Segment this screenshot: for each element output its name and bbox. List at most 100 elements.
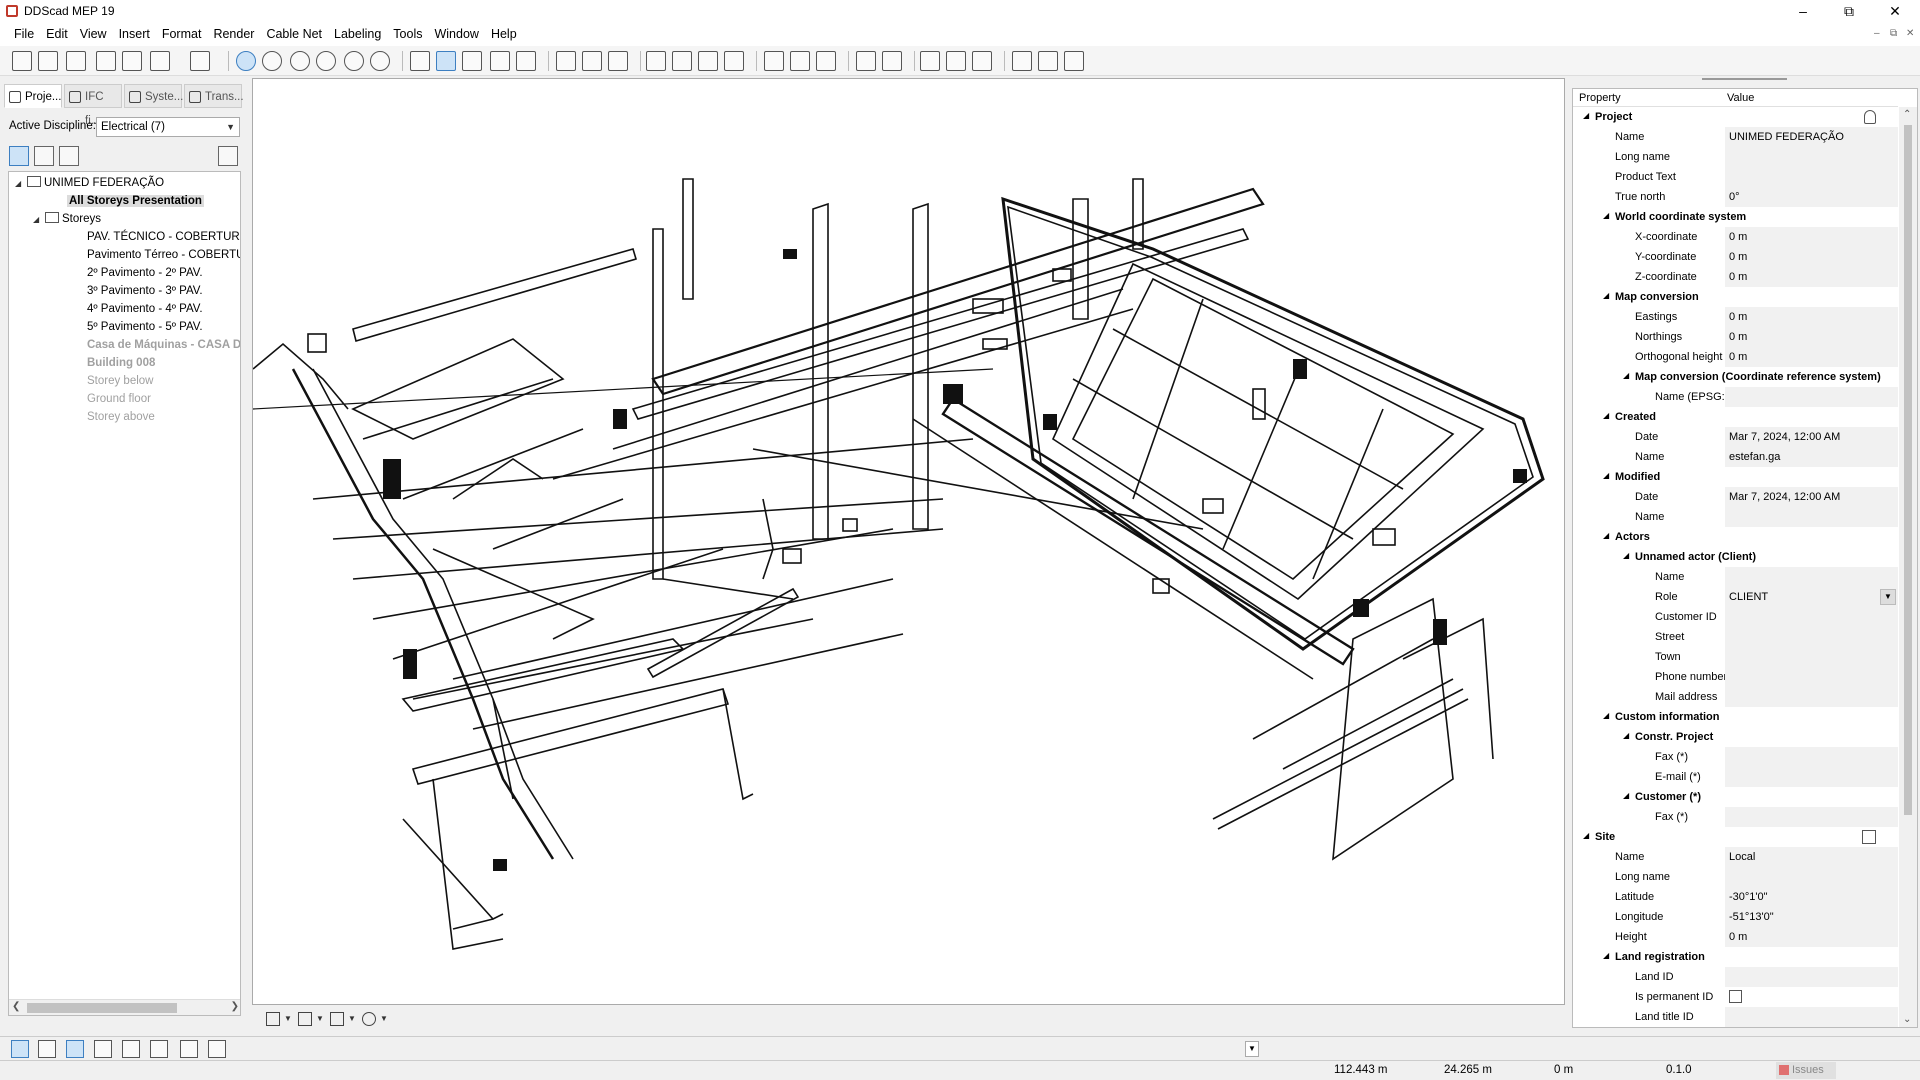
tree-relative-storey-item[interactable]: Ground floor — [87, 391, 151, 407]
property-value[interactable] — [1725, 867, 1898, 887]
property-category[interactable]: ◢ Customer (*) — [1573, 787, 1898, 807]
collapse-triangle-icon[interactable]: ◢ — [1623, 791, 1629, 800]
menu-edit[interactable]: Edit — [40, 22, 74, 46]
menu-cable-net[interactable]: Cable Net — [260, 22, 328, 46]
view-mode-icon[interactable] — [266, 1012, 280, 1026]
property-category[interactable]: ◢ Unnamed actor (Client) — [1573, 547, 1898, 567]
properties-vertical-scrollbar[interactable]: ⌃ ⌄ — [1899, 107, 1917, 1027]
property-value[interactable] — [1725, 667, 1898, 687]
collapse-triangle-icon[interactable]: ◢ — [1583, 111, 1589, 120]
menu-labeling[interactable]: Labeling — [328, 22, 387, 46]
angle-snap-icon[interactable] — [180, 1040, 198, 1058]
collapse-triangle-icon[interactable]: ◢ — [1623, 551, 1629, 560]
collapse-triangle-icon[interactable]: ◢ — [1623, 731, 1629, 740]
export-icon[interactable] — [856, 51, 876, 71]
section-icon[interactable] — [462, 51, 482, 71]
measure-icon[interactable] — [672, 51, 692, 71]
floor-view-button[interactable] — [34, 146, 54, 166]
pan-icon[interactable] — [290, 51, 310, 71]
collapse-triangle-icon[interactable]: ◢ — [1603, 471, 1609, 480]
menu-insert[interactable]: Insert — [113, 22, 156, 46]
property-category[interactable]: ◢ Map conversion (Coordinate reference sy… — [1573, 367, 1898, 387]
bounding-box-icon[interactable] — [724, 51, 744, 71]
visibility-icon[interactable] — [362, 1012, 376, 1026]
rotate-icon[interactable] — [316, 51, 336, 71]
orthogonal-snap-icon[interactable] — [150, 1040, 168, 1058]
tab-ifc-files[interactable]: IFC fi... — [64, 84, 122, 127]
scroll-up-icon[interactable]: ⌃ — [1903, 109, 1911, 120]
issues-button[interactable]: Issues — [1776, 1062, 1836, 1079]
building-icon[interactable] — [946, 51, 966, 71]
tab-project[interactable]: Proje... — [4, 84, 62, 108]
redo-icon[interactable] — [190, 51, 210, 71]
building-view-button[interactable] — [9, 146, 29, 166]
tracking-snap-icon[interactable] — [208, 1040, 226, 1058]
menu-file[interactable]: File — [8, 22, 40, 46]
tree-relative-storey-item[interactable]: Storey below — [87, 373, 153, 389]
scroll-thumb[interactable] — [27, 1003, 177, 1013]
table-icon[interactable] — [608, 51, 628, 71]
property-value[interactable]: 0 m — [1725, 227, 1898, 247]
property-value[interactable]: 0 m — [1725, 347, 1898, 367]
property-category[interactable]: ◢ Custom information — [1573, 707, 1898, 727]
property-category[interactable]: ◢ Project — [1573, 107, 1898, 127]
layer-icon[interactable] — [298, 1012, 312, 1026]
label-icon[interactable] — [1012, 51, 1032, 71]
tree-horizontal-scrollbar[interactable]: ❮ ❯ — [9, 999, 240, 1015]
property-value[interactable] — [1725, 767, 1898, 787]
property-value[interactable] — [1725, 967, 1898, 987]
clip-icon[interactable] — [490, 51, 510, 71]
intersection-snap-icon[interactable] — [122, 1040, 140, 1058]
property-value[interactable] — [1725, 147, 1898, 167]
panel-grip[interactable] — [1702, 78, 1787, 80]
chevron-down-icon[interactable]: ▼ — [380, 1014, 388, 1023]
print-preview-icon[interactable] — [122, 51, 142, 71]
collapse-triangle-icon[interactable]: ◢ — [1603, 291, 1609, 300]
property-value[interactable] — [1725, 167, 1898, 187]
active-discipline-select[interactable]: Electrical (7) ▼ — [96, 117, 240, 137]
tree-storey-item[interactable]: 2º Pavimento - 2º PAV. — [87, 265, 203, 281]
menu-format[interactable]: Format — [156, 22, 208, 46]
property-category[interactable]: ◢ World coordinate system — [1573, 207, 1898, 227]
menu-help[interactable]: Help — [485, 22, 523, 46]
grid-icon[interactable] — [556, 51, 576, 71]
zoom-icon[interactable] — [344, 51, 364, 71]
lock-icon[interactable] — [1864, 110, 1876, 124]
tree-storey-item[interactable]: PAV. TÉCNICO - COBERTURA C — [87, 229, 240, 245]
collapse-all-button[interactable] — [218, 146, 238, 166]
walk-icon[interactable] — [516, 51, 536, 71]
filter-icon[interactable] — [330, 1012, 344, 1026]
chevron-down-icon[interactable]: ▼ — [316, 1014, 324, 1023]
property-category[interactable]: ◢ Map conversion — [1573, 287, 1898, 307]
dimension-icon[interactable] — [646, 51, 666, 71]
property-value[interactable]: UNIMED FEDERAÇÃO — [1725, 127, 1898, 147]
grid-snap-icon[interactable] — [38, 1040, 56, 1058]
tree-inactive-item[interactable]: Casa de Máquinas - CASA D — [87, 337, 240, 353]
property-value[interactable]: 0 m — [1725, 327, 1898, 347]
collapse-triangle-icon[interactable]: ◢ — [1603, 531, 1609, 540]
property-value[interactable] — [1725, 687, 1898, 707]
property-category[interactable]: ◢ Actors — [1573, 527, 1898, 547]
save-icon[interactable] — [38, 51, 58, 71]
property-value[interactable] — [1725, 627, 1898, 647]
tree-inactive-item[interactable]: Building 008 — [87, 355, 155, 371]
chevron-down-icon[interactable]: ▼ — [284, 1014, 292, 1023]
tree-relative-storey-item[interactable]: Storey above — [87, 409, 155, 425]
close-button[interactable]: ✕ — [1872, 0, 1918, 22]
menu-view[interactable]: View — [74, 22, 113, 46]
property-value[interactable]: -30°1'0" — [1725, 887, 1898, 907]
undo-icon[interactable] — [150, 51, 170, 71]
property-value[interactable] — [1725, 607, 1898, 627]
property-value[interactable] — [1725, 807, 1898, 827]
snap-point-icon[interactable] — [698, 51, 718, 71]
frame-icon[interactable] — [920, 51, 940, 71]
is-permanent-id-checkbox[interactable] — [1729, 990, 1742, 1003]
storey-up-icon[interactable] — [790, 51, 810, 71]
property-category[interactable]: ◢ Modified — [1573, 467, 1898, 487]
menu-tools[interactable]: Tools — [387, 22, 428, 46]
scroll-left-icon[interactable]: ❮ — [12, 1001, 20, 1012]
tree-storey-item[interactable]: 3º Pavimento - 3º PAV. — [87, 283, 203, 299]
view-cube-icon[interactable] — [436, 51, 456, 71]
mdi-close-icon[interactable]: ✕ — [1906, 28, 1914, 39]
property-value[interactable] — [1725, 747, 1898, 767]
